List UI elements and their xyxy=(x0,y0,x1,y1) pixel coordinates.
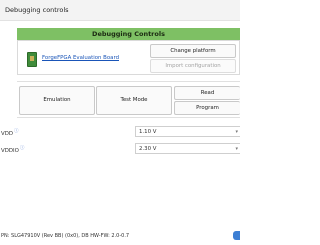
platform-panel: Change platform Import configuration xyxy=(145,40,240,75)
import-configuration-button[interactable]: Import configuration xyxy=(150,59,236,73)
chevron-down-icon: ▾ xyxy=(235,146,238,152)
status-footer: PN: SLG47910V (Rev BB) (0x0), DB HW-FW: … xyxy=(1,233,130,239)
vdd-select[interactable]: 1.10 V ▾ xyxy=(135,126,240,137)
status-indicator xyxy=(233,231,240,240)
vddio-label: VDDIOⓘ xyxy=(1,146,25,154)
window-title: Debugging controls xyxy=(5,6,69,14)
board-panel: ForgeFPGA Evaluation Board xyxy=(17,40,145,75)
vdd-label: VDDⓘ xyxy=(1,129,19,137)
vdd-info-icon[interactable]: ⓘ xyxy=(14,129,19,134)
title-bar: Debugging controls xyxy=(0,0,240,21)
vddio-select[interactable]: 2.30 V ▾ xyxy=(135,143,240,154)
vddio-value: 2.30 V xyxy=(139,146,157,152)
change-platform-button[interactable]: Change platform xyxy=(150,44,236,58)
test-mode-button[interactable]: Test Mode xyxy=(96,86,172,115)
program-button[interactable]: Program xyxy=(174,101,240,115)
board-icon xyxy=(27,52,37,67)
emulation-button[interactable]: Emulation xyxy=(19,86,95,115)
debugging-controls-header: Debugging Controls xyxy=(17,28,240,40)
mode-panel: Emulation Test Mode Read Program xyxy=(17,81,240,118)
chevron-down-icon: ▾ xyxy=(235,129,238,135)
board-link[interactable]: ForgeFPGA Evaluation Board xyxy=(42,55,119,61)
vdd-value: 1.10 V xyxy=(139,129,157,135)
vddio-info-icon[interactable]: ⓘ xyxy=(20,146,25,151)
read-button[interactable]: Read xyxy=(174,86,240,100)
